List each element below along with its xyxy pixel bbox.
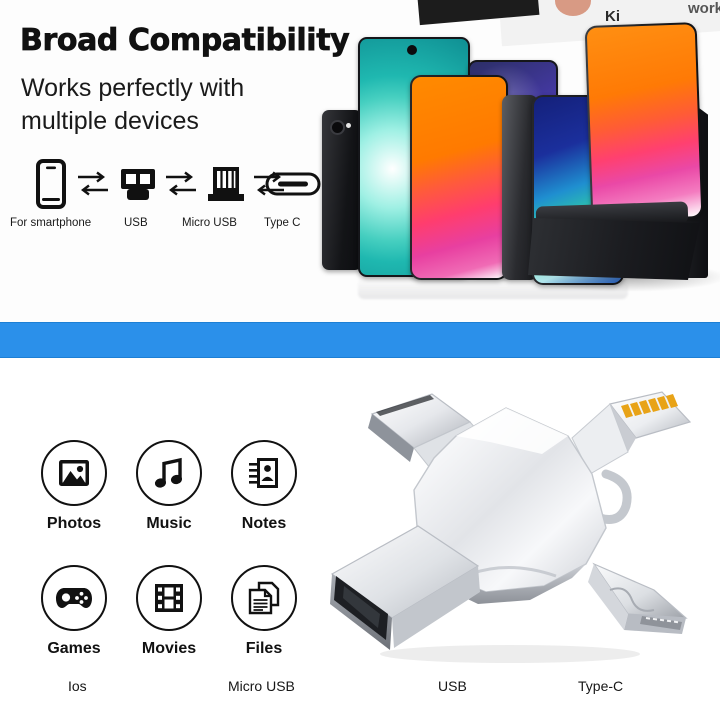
connector-name-labels: Ios Micro USB USB Type-C (0, 678, 720, 706)
feature-label: Photos (46, 515, 102, 532)
feature-label: Notes (241, 515, 287, 532)
compat-label-usb: USB (124, 217, 148, 229)
feature-label: Movies (141, 640, 197, 657)
usb-flash-drive-icon (114, 155, 162, 213)
bidirectional-arrow-1 (76, 167, 110, 201)
film-strip-icon (136, 565, 202, 631)
smartphone-icon (30, 155, 72, 213)
collage-reflections (358, 277, 628, 299)
feature-music[interactable]: Music (123, 440, 215, 533)
connector-micro-usb (588, 562, 688, 634)
subheadline-line-2: multiple devices (21, 107, 199, 135)
devices-photo-collage: Ki work (300, 0, 720, 322)
feature-label: Music (146, 515, 192, 532)
connector-label-ios: Ios (68, 678, 87, 694)
device-phone-orange (410, 75, 508, 280)
feature-notes[interactable]: Notes (218, 440, 310, 533)
product-shadow (380, 645, 640, 663)
feature-label: Games (47, 640, 101, 657)
compat-label-micro-usb: Micro USB (182, 217, 237, 229)
compatibility-icon-row (14, 155, 324, 215)
band-top-edge (0, 322, 720, 323)
feature-movies[interactable]: Movies (123, 565, 215, 658)
music-note-icon (136, 440, 202, 506)
compat-label-type-c: Type C (264, 217, 301, 229)
product-photo-4in1-flash-drive (310, 378, 710, 678)
gamepad-icon (41, 565, 107, 631)
photo-image-icon (41, 440, 107, 506)
product-marketing-image: Broad Compatibility Works perfectly with… (0, 0, 720, 720)
connector-label-type-c: Type-C (578, 678, 624, 694)
compatibility-labels: For smartphone USB Micro USB Type C (10, 217, 324, 241)
bidirectional-arrow-2 (164, 167, 198, 201)
compat-label-smartphone: For smartphone (10, 217, 92, 229)
background-text-work: work (688, 0, 720, 17)
subheadline: Works perfectly with multiple devices (21, 72, 321, 138)
device-phone-black-back (322, 110, 362, 270)
feature-photos[interactable]: Photos (28, 440, 120, 533)
background-text-ki: Ki (605, 8, 620, 25)
compatibility-chain: For smartphone USB Micro USB Type C (10, 155, 324, 250)
documents-icon (231, 565, 297, 631)
feature-files[interactable]: Files (218, 565, 310, 658)
connector-label-usb: USB (438, 678, 467, 694)
subheadline-line-1: Works perfectly with (21, 74, 245, 102)
blue-divider-band (0, 322, 720, 358)
phone-stand-base (528, 218, 700, 280)
bottom-panel-file-types: Photos Music Notes Games Movies Files Io… (0, 358, 720, 720)
device-phone-on-stand (584, 22, 704, 222)
feature-label: Files (245, 640, 283, 657)
top-panel-broad-compatibility: Broad Compatibility Works perfectly with… (0, 0, 720, 322)
micro-usb-port-icon (202, 155, 250, 213)
contact-book-icon (231, 440, 297, 506)
feature-games[interactable]: Games (28, 565, 120, 658)
connector-label-micro-usb: Micro USB (228, 678, 295, 694)
